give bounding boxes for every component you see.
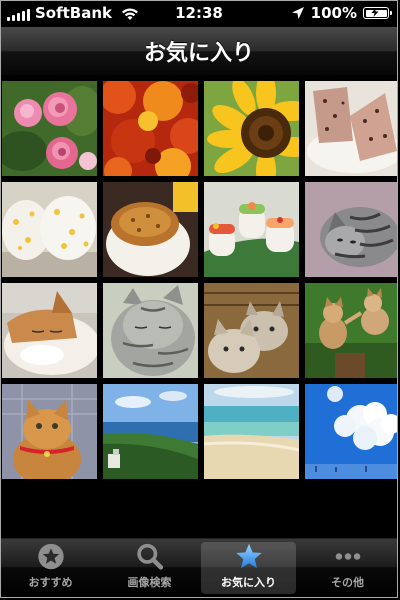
page-title: お気に入り <box>143 41 254 66</box>
photo-corn-onigiri[interactable] <box>2 182 97 277</box>
status-bar: SoftBank 12:38 100% <box>1 1 397 27</box>
app-frame: SoftBank 12:38 100% お気に入り おすすめ 画像検索 お気に入… <box>0 0 398 598</box>
tab-label: お気に入り <box>221 576 276 589</box>
photo-grid <box>1 81 397 479</box>
photo-sushi-rolls[interactable] <box>204 182 299 277</box>
tab-bar: おすすめ 画像検索 お気に入り その他 <box>1 538 397 597</box>
photo-kittens-playing[interactable] <box>305 283 397 378</box>
photo-blue-sky-clouds[interactable] <box>305 384 397 479</box>
tab-image-search[interactable]: 画像検索 <box>102 542 197 594</box>
battery-percentage: 100% <box>310 4 357 22</box>
tab-label: 画像検索 <box>127 576 172 589</box>
photo-sleeping-cat[interactable] <box>2 283 97 378</box>
location-arrow-icon <box>291 7 304 19</box>
photo-sunflower[interactable] <box>204 81 299 176</box>
photo-kittens-basket[interactable] <box>204 283 299 378</box>
photo-brown-rice-onigiri[interactable] <box>305 81 397 176</box>
photo-peonies[interactable] <box>2 81 97 176</box>
tab-label: その他 <box>331 576 364 589</box>
photo-orange-cat-collar[interactable] <box>2 384 97 479</box>
photo-beach[interactable] <box>204 384 299 479</box>
photo-gray-tabby-cat[interactable] <box>103 283 198 378</box>
tab-more[interactable]: その他 <box>300 542 395 594</box>
tab-favorites[interactable]: お気に入り <box>201 542 296 594</box>
tab-label: おすすめ <box>28 576 73 589</box>
battery-icon <box>363 7 392 19</box>
photo-coastline[interactable] <box>103 384 198 479</box>
tab-recommended[interactable]: おすすめ <box>3 542 98 594</box>
navigation-bar: お気に入り <box>1 27 397 76</box>
photo-grilled-onigiri[interactable] <box>103 182 198 277</box>
photo-tabby-cat-lying[interactable] <box>305 182 397 277</box>
more-icon <box>335 553 360 560</box>
status-right: 100% <box>291 4 392 22</box>
star-icon <box>235 543 262 569</box>
photo-autumn-leaves[interactable] <box>103 81 198 176</box>
star-badge-icon <box>37 543 64 570</box>
search-icon <box>136 543 163 570</box>
